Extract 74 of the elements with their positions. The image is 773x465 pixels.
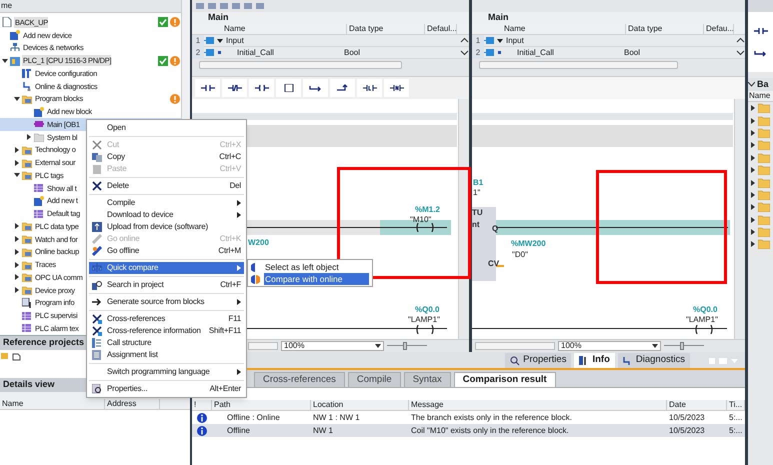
- table-cell: 10/5/2023: [669, 426, 705, 434]
- operand-address: W200: [248, 237, 269, 249]
- menu-label: Assignment list: [107, 349, 159, 361]
- menu-label: Cross-reference information: [107, 325, 202, 337]
- menu-label: Upload from device (software): [107, 221, 209, 233]
- menu-label: Download to device: [107, 209, 174, 221]
- operand-name: "M10": [410, 214, 432, 226]
- row-number: 2: [472, 46, 484, 58]
- tab-label: Diagnostics: [636, 353, 685, 368]
- menu-label: Cross-references: [107, 313, 166, 325]
- table-cell: NW 1: [313, 426, 333, 434]
- menu-label: Switch programming language: [107, 366, 211, 378]
- column-header: me: [0, 0, 12, 12]
- editor-title: Main: [472, 12, 745, 24]
- palette-title: Ba: [757, 78, 769, 91]
- menu-label: Compile: [107, 197, 136, 209]
- operand-address: %Q0.0: [415, 304, 440, 316]
- table-cell: Initial_Call: [237, 46, 274, 58]
- panel-title: Details view: [3, 378, 55, 392]
- menu-label: Cut: [107, 139, 120, 151]
- operand-address: B1: [473, 177, 484, 189]
- menu-label: Quick compare: [107, 262, 160, 274]
- menu-label: Open: [107, 122, 127, 134]
- tab-label: Properties: [523, 353, 566, 368]
- table-cell: Bool: [624, 48, 640, 56]
- table-cell: 5:...: [729, 426, 742, 434]
- block-label: nt: [472, 219, 480, 231]
- table-cell: Offline: [227, 426, 250, 434]
- operand-name: "D0": [512, 249, 528, 261]
- menu-label: Properties...: [107, 383, 149, 395]
- operand-address: %Q0.0: [693, 304, 718, 316]
- table-cell: Coil "M10" exists only in the reference block.: [411, 426, 569, 434]
- row-number: 2: [192, 46, 204, 58]
- table-cell: Input: [226, 34, 244, 46]
- shortcut-label: Ctrl+V: [220, 163, 241, 175]
- table-cell: Offline : Online: [227, 412, 280, 422]
- row-number: 1: [192, 34, 204, 46]
- table-cell: Input: [506, 34, 524, 46]
- menu-label: Go online: [107, 233, 140, 245]
- operand-name: "LAMP1": [408, 314, 440, 326]
- tab-label: Info: [592, 353, 610, 368]
- menu-label: Delete: [107, 180, 130, 192]
- operand-name: 1": [473, 187, 480, 199]
- menu-label: Paste: [107, 163, 128, 175]
- shortcut-label: Del: [230, 180, 241, 192]
- menu-label: Search in project: [107, 279, 165, 291]
- shortcut-label: Ctrl+M: [218, 245, 241, 257]
- shortcut-label: Ctrl+K: [220, 233, 241, 245]
- operand-address: %MW200: [511, 238, 546, 250]
- block-label: CV: [488, 258, 500, 270]
- table-cell: Bool: [344, 48, 360, 56]
- shortcut-label: Alt+Enter: [210, 383, 241, 395]
- table-cell: The branch exists only in the reference block.: [411, 412, 572, 422]
- table-cell: 10/5/2023: [669, 412, 705, 422]
- table-cell: Initial_Call: [517, 46, 554, 58]
- operand-address: %M1.2: [415, 204, 440, 216]
- menu-label: Call structure: [107, 337, 152, 349]
- block-label: TU: [472, 207, 483, 219]
- table-cell: NW 1 : NW 1: [313, 412, 360, 422]
- shortcut-label: Shift+F11: [208, 325, 241, 337]
- block-label: Q: [492, 223, 498, 235]
- shortcut-label: Ctrl+F: [220, 279, 241, 291]
- column-header: Name: [748, 90, 770, 102]
- shortcut-label: F11: [228, 313, 241, 325]
- menu-label: Generate source from blocks: [107, 296, 206, 308]
- editor-title: Main: [192, 12, 469, 24]
- menu-label: Copy: [107, 151, 126, 163]
- row-number: 1: [472, 34, 484, 46]
- panel-title: Reference projects: [3, 336, 84, 350]
- shortcut-label: Ctrl+C: [219, 151, 241, 163]
- operand-name: "LAMP1": [686, 314, 718, 326]
- table-cell: 5:...: [729, 412, 742, 422]
- shortcut-label: Ctrl+X: [220, 139, 241, 151]
- menu-label: Go offline: [107, 245, 140, 257]
